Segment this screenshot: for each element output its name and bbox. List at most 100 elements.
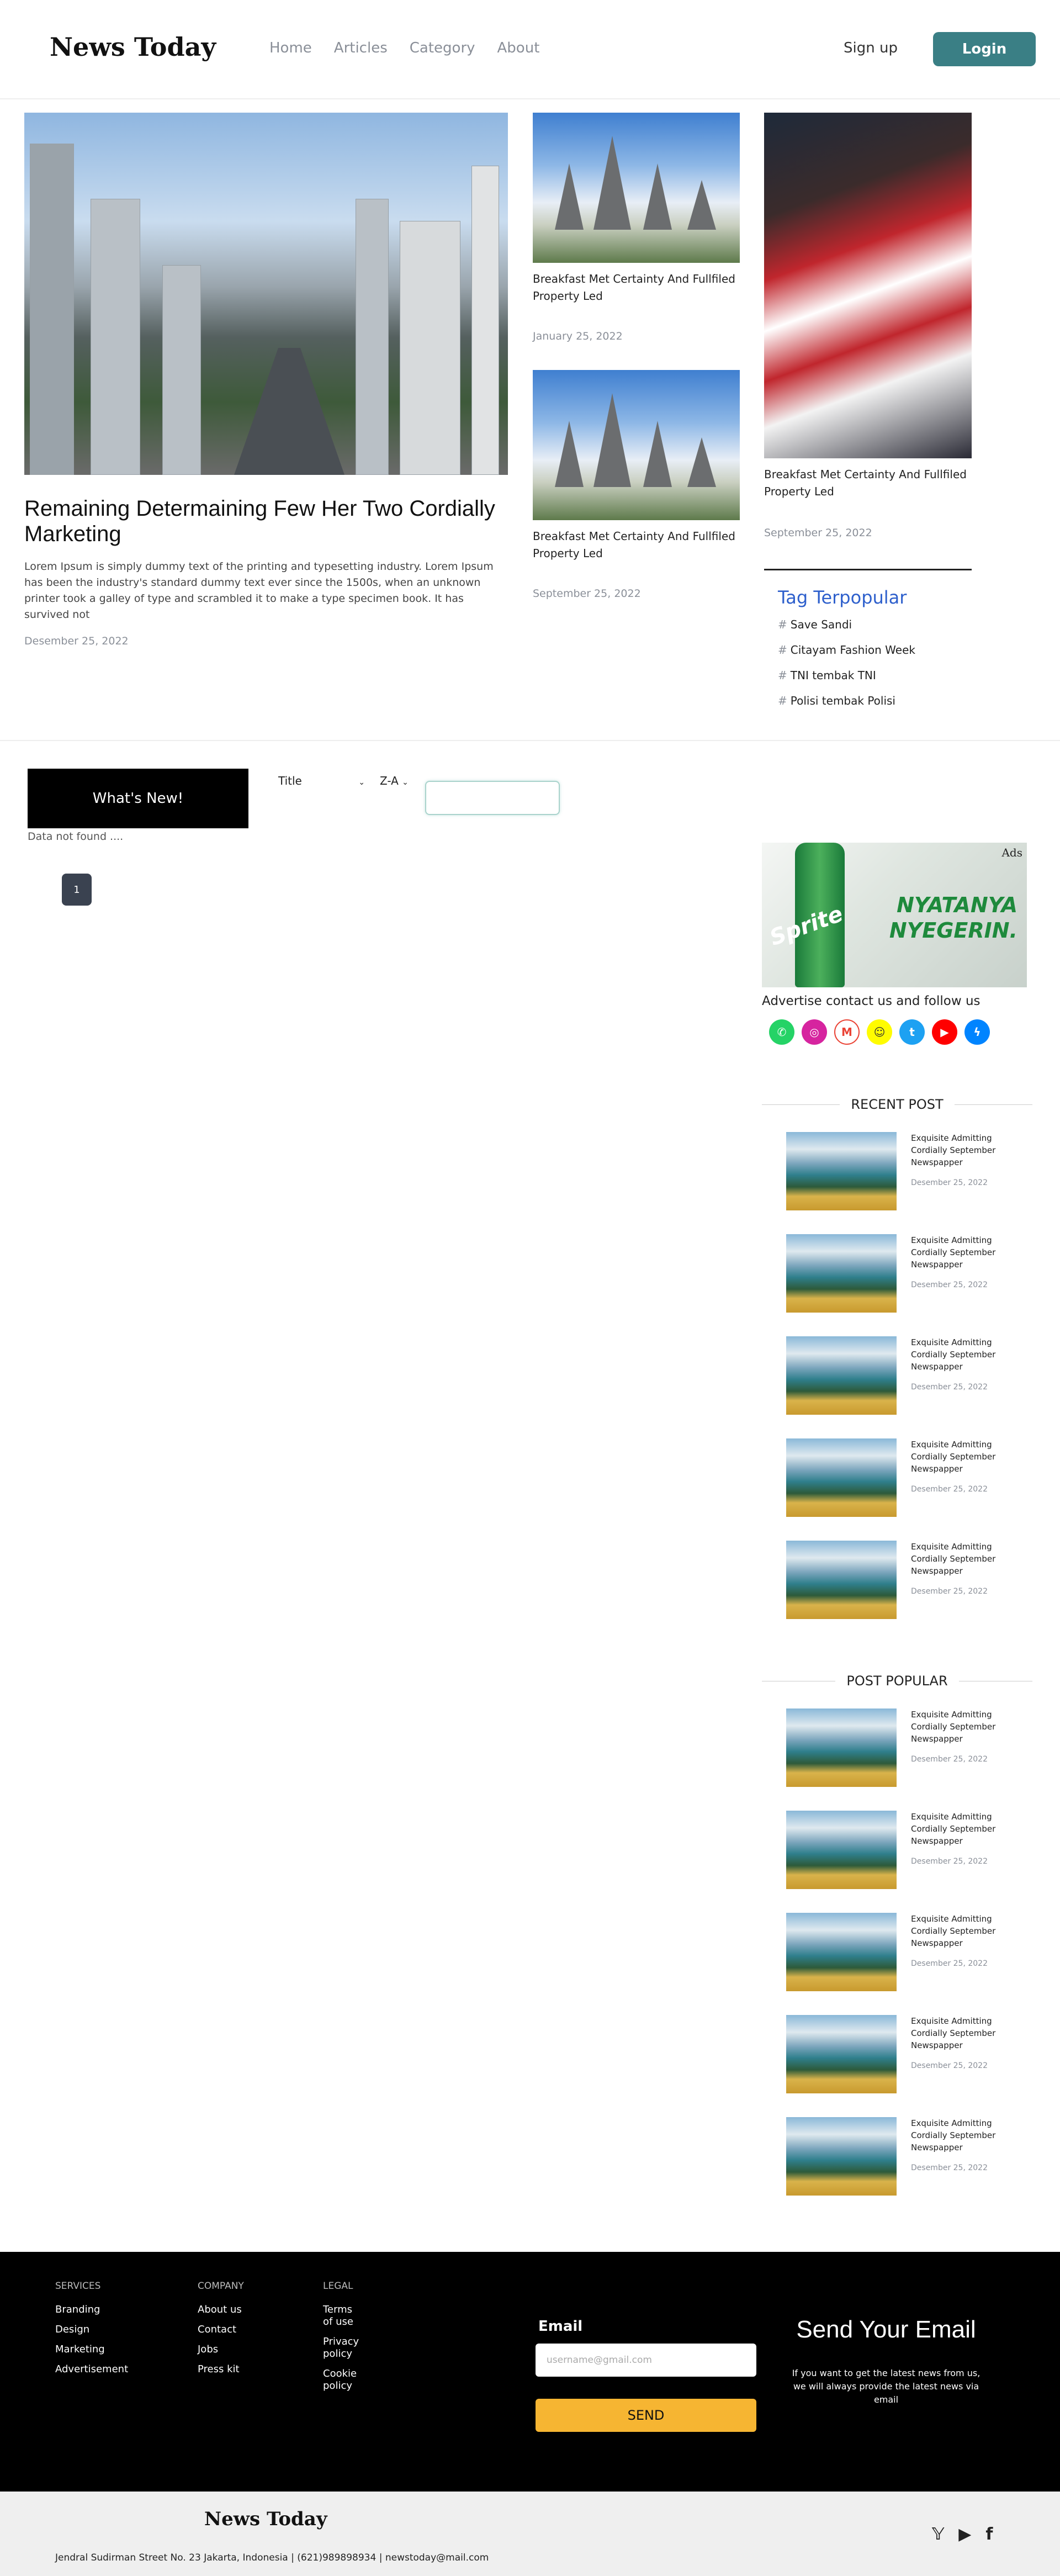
search-input[interactable] [425, 781, 560, 815]
send-button[interactable]: SEND [536, 2399, 756, 2432]
nav-category[interactable]: Category [410, 40, 475, 56]
pagination-page[interactable]: 1 [62, 874, 92, 906]
post-date: Desember 25, 2022 [911, 1755, 988, 1764]
footer-services: SERVICES Branding Design Marketing Adver… [55, 2281, 128, 2383]
social-links: ✆ ◎ M ☺ t ▶ ϟ [769, 1019, 990, 1045]
footer-link[interactable]: Contact [198, 2324, 244, 2336]
footer-link[interactable]: Branding [55, 2304, 128, 2316]
email-field[interactable]: username@gmail.com [536, 2344, 756, 2377]
hero-title[interactable]: Remaining Determaining Few Her Two Cordi… [24, 496, 510, 547]
post-thumbnail[interactable] [786, 1234, 897, 1313]
card-title[interactable]: Breakfast Met Certainty And Fullfiled Pr… [533, 528, 740, 562]
twitter-icon[interactable]: t [899, 1019, 925, 1045]
tag-label: TNI tembak TNI [790, 669, 876, 682]
post-thumbnail[interactable] [786, 1438, 897, 1517]
tag-item[interactable]: # Citayam Fashion Week [778, 643, 972, 657]
footer-link[interactable]: Marketing [55, 2344, 128, 2356]
post-thumbnail[interactable] [786, 1336, 897, 1415]
post-date: Desember 25, 2022 [911, 2061, 988, 2070]
footer-link[interactable]: Advertisement [55, 2363, 128, 2376]
hash-icon: # [778, 618, 787, 631]
messenger-icon[interactable]: ϟ [964, 1019, 990, 1045]
post-thumbnail[interactable] [786, 1913, 897, 1991]
send-email-title: Send Your Email [796, 2316, 976, 2343]
post-thumbnail[interactable] [786, 1708, 897, 1787]
footer-social-icons: 𝕐 ▶ f [932, 2525, 993, 2544]
advertisement-banner[interactable]: Ads Sprite NYATANYA NYEGERIN. [762, 843, 1027, 987]
section-divider [0, 740, 1060, 741]
post-title[interactable]: Exquisite Admitting Cordially September … [911, 1132, 1027, 1168]
top-navbar: News Today Home Articles Category About … [0, 0, 1060, 99]
footer-heading: LEGAL [323, 2281, 353, 2292]
footer-link[interactable]: Privacy policy [323, 2336, 362, 2360]
chevron-down-icon: ⌄ [358, 778, 365, 787]
tag-item[interactable]: # TNI tembak TNI [778, 669, 972, 682]
post-title[interactable]: Exquisite Admitting Cordially September … [911, 1336, 1027, 1373]
hash-icon: # [778, 694, 787, 707]
post-title[interactable]: Exquisite Admitting Cordially September … [911, 1234, 1027, 1271]
post-thumbnail[interactable] [786, 2015, 897, 2093]
site-logo[interactable]: News Today [50, 32, 216, 62]
whats-new-button[interactable]: What's New! [28, 769, 248, 828]
facebook-icon[interactable]: f [985, 2525, 993, 2544]
sort-by-select[interactable]: Title ⌄ [278, 774, 365, 787]
order-select[interactable]: Z-A ⌄ [380, 774, 409, 787]
gmail-icon[interactable]: M [834, 1019, 860, 1045]
post-title[interactable]: Exquisite Admitting Cordially September … [911, 1708, 1027, 1745]
footer-address: Jendral Sudirman Street No. 23 Jakarta, … [55, 2552, 489, 2563]
advertise-text: Advertise contact us and follow us [762, 994, 981, 1008]
post-title[interactable]: Exquisite Admitting Cordially September … [911, 2117, 1027, 2154]
post-title[interactable]: Exquisite Admitting Cordially September … [911, 1438, 1027, 1475]
twitter-icon[interactable]: 𝕐 [932, 2525, 944, 2544]
footer-logo[interactable]: News Today [204, 2508, 327, 2530]
card-title[interactable]: Breakfast Met Certainty And Fullfiled Pr… [764, 466, 972, 500]
post-title[interactable]: Exquisite Admitting Cordially September … [911, 2015, 1027, 2051]
tag-label: Citayam Fashion Week [790, 643, 915, 657]
footer-heading: SERVICES [55, 2281, 101, 2292]
post-date: Desember 25, 2022 [911, 1857, 988, 1866]
signup-link[interactable]: Sign up [844, 40, 898, 56]
post-thumbnail[interactable] [786, 1132, 897, 1210]
footer-link[interactable]: Cookie policy [323, 2368, 362, 2392]
footer-link[interactable]: Terms of use [323, 2304, 362, 2328]
nav-articles[interactable]: Articles [334, 40, 388, 56]
youtube-icon[interactable]: ▶ [932, 1019, 957, 1045]
post-thumbnail[interactable] [786, 2117, 897, 2196]
post-title[interactable]: Exquisite Admitting Cordially September … [911, 1541, 1027, 1577]
nav-home[interactable]: Home [269, 40, 312, 56]
footer-link[interactable]: About us [198, 2304, 244, 2316]
nav-about[interactable]: About [497, 40, 540, 56]
post-date: Desember 25, 2022 [911, 1178, 988, 1187]
tag-item[interactable]: # Polisi tembak Polisi [778, 694, 972, 707]
popular-tags: Tag Terpopular # Save Sandi # Citayam Fash… [764, 569, 972, 720]
card-image[interactable] [764, 113, 972, 458]
footer-link[interactable]: Press kit [198, 2363, 244, 2376]
youtube-icon[interactable]: ▶ [958, 2525, 971, 2544]
instagram-icon[interactable]: ◎ [802, 1019, 827, 1045]
post-thumbnail[interactable] [786, 1811, 897, 1889]
footer-legal: LEGAL Terms of use Privacy policy Cookie… [323, 2281, 362, 2400]
sub-footer: News Today Jendral Sudirman Street No. 2… [0, 2492, 1060, 2576]
footer-link[interactable]: Design [55, 2324, 128, 2336]
card-title[interactable]: Breakfast Met Certainty And Fullfiled Pr… [533, 271, 740, 305]
post-thumbnail[interactable] [786, 1541, 897, 1619]
hero-image[interactable] [24, 113, 508, 475]
footer-company: COMPANY About us Contact Jobs Press kit [198, 2281, 244, 2383]
tag-item[interactable]: # Save Sandi [778, 618, 972, 631]
card-date: September 25, 2022 [764, 527, 872, 539]
popular-heading-text: POST POPULAR [846, 1673, 948, 1689]
footer-link[interactable]: Jobs [198, 2344, 244, 2356]
card-image[interactable] [533, 113, 740, 263]
login-button[interactable]: Login [933, 32, 1036, 66]
post-title[interactable]: Exquisite Admitting Cordially September … [911, 1913, 1027, 1949]
snapchat-icon[interactable]: ☺ [867, 1019, 892, 1045]
recent-heading-text: RECENT POST [851, 1097, 944, 1112]
sort-by-value: Title [278, 774, 302, 787]
whatsapp-icon[interactable]: ✆ [769, 1019, 794, 1045]
tag-label: Save Sandi [790, 618, 852, 631]
card-image[interactable] [533, 370, 740, 520]
post-title[interactable]: Exquisite Admitting Cordially September … [911, 1811, 1027, 1847]
main-nav: Home Articles Category About [269, 40, 539, 56]
post-date: Desember 25, 2022 [911, 1281, 988, 1289]
tags-heading: Tag Terpopular [778, 587, 907, 608]
